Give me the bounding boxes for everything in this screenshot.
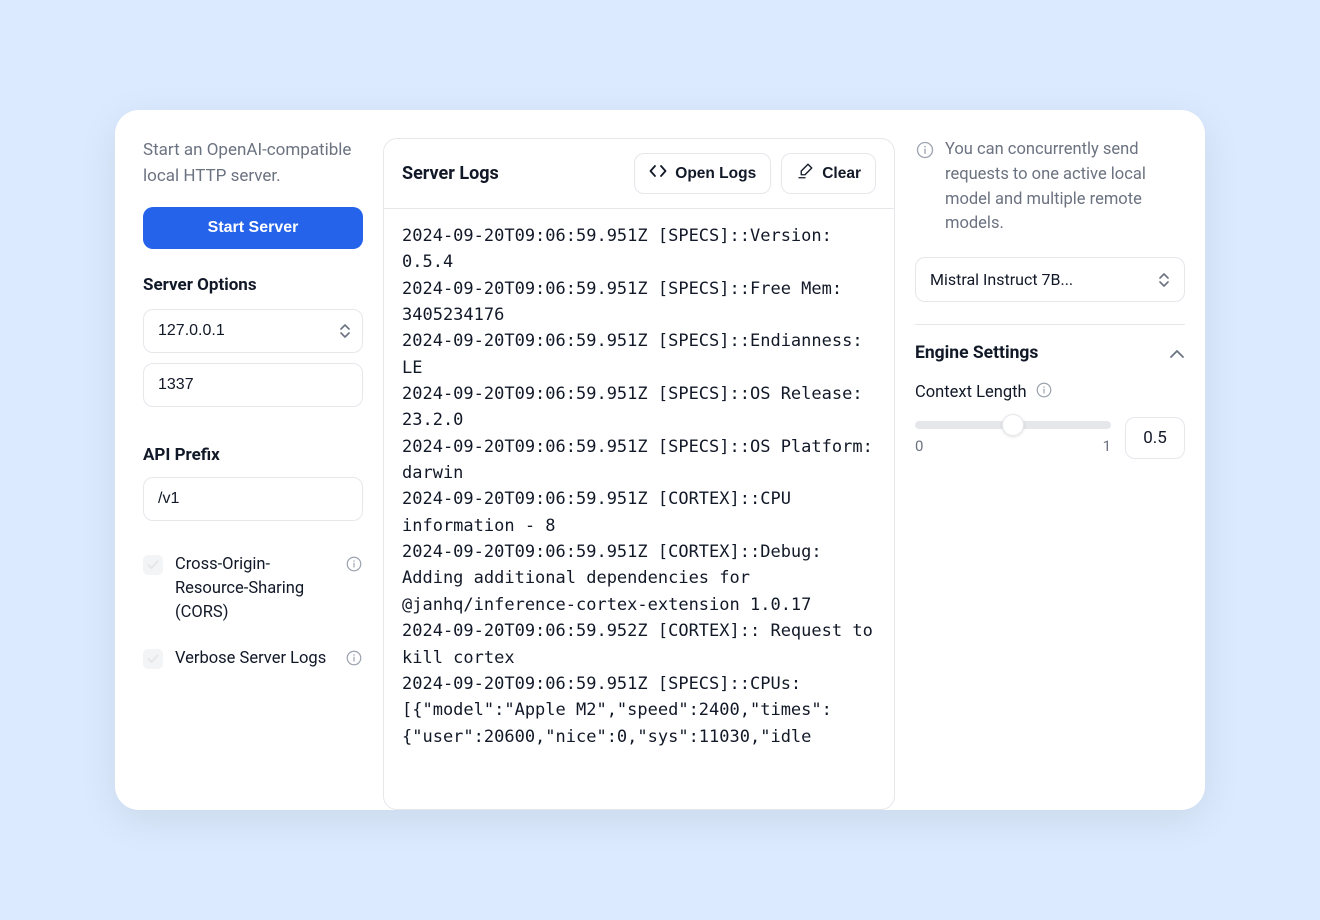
logs-content[interactable]: 2024-09-20T09:06:59.951Z [SPECS]::Versio… <box>384 209 894 809</box>
slider-min-label: 0 <box>915 437 923 455</box>
context-length-value[interactable]: 0.5 <box>1125 417 1185 459</box>
open-logs-label: Open Logs <box>675 165 756 183</box>
server-panel: Start an OpenAI-compatible local HTTP se… <box>115 110 1205 810</box>
info-icon[interactable] <box>345 555 363 577</box>
clear-button[interactable]: Clear <box>781 153 876 194</box>
port-input[interactable] <box>143 363 363 407</box>
host-input[interactable] <box>143 309 363 353</box>
info-icon[interactable] <box>1035 381 1053 403</box>
engine-settings-header[interactable]: Engine Settings <box>915 324 1185 363</box>
info-banner: You can concurrently send requests to on… <box>915 138 1185 237</box>
chevron-up-icon <box>1169 344 1185 363</box>
info-icon[interactable] <box>345 649 363 671</box>
slider-wrap: 0 1 <box>915 421 1111 455</box>
context-length-row: Context Length <box>915 381 1185 403</box>
api-prefix-heading: API Prefix <box>143 445 363 465</box>
model-select[interactable]: Mistral Instruct 7B... <box>915 257 1185 302</box>
logs-actions: Open Logs Clear <box>634 153 876 194</box>
left-column: Start an OpenAI-compatible local HTTP se… <box>143 138 383 810</box>
info-banner-text: You can concurrently send requests to on… <box>945 138 1185 237</box>
right-column: You can concurrently send requests to on… <box>915 138 1185 810</box>
select-chevrons-icon <box>1158 273 1170 287</box>
model-select-label: Mistral Instruct 7B... <box>930 270 1073 289</box>
context-length-slider-row: 0 1 0.5 <box>915 417 1185 459</box>
verbose-checkbox-label: Verbose Server Logs <box>175 647 363 671</box>
start-server-button[interactable]: Start Server <box>143 207 363 249</box>
intro-text: Start an OpenAI-compatible local HTTP se… <box>143 138 363 189</box>
brush-icon <box>796 162 814 185</box>
verbose-checkbox-row: Verbose Server Logs <box>143 647 363 671</box>
info-icon <box>915 140 935 237</box>
verbose-checkbox[interactable] <box>143 649 163 669</box>
open-logs-button[interactable]: Open Logs <box>634 153 771 194</box>
context-length-slider[interactable] <box>915 421 1111 429</box>
logs-title: Server Logs <box>402 163 499 184</box>
server-options-heading: Server Options <box>143 275 363 295</box>
code-icon <box>649 164 667 183</box>
cors-checkbox-row: Cross-Origin-Resource-Sharing (CORS) <box>143 553 363 625</box>
clear-label: Clear <box>822 165 861 183</box>
slider-thumb[interactable] <box>1002 414 1024 436</box>
stepper-icon[interactable] <box>339 324 351 338</box>
slider-labels: 0 1 <box>915 437 1111 455</box>
api-prefix-input[interactable] <box>143 477 363 521</box>
logs-panel: Server Logs Open Logs Clear 2024-09-20T0… <box>383 138 895 810</box>
logs-header: Server Logs Open Logs Clear <box>384 139 894 209</box>
host-field-row <box>143 309 363 353</box>
cors-checkbox[interactable] <box>143 555 163 575</box>
engine-settings-title: Engine Settings <box>915 343 1038 363</box>
context-length-label: Context Length <box>915 383 1027 402</box>
slider-max-label: 1 <box>1103 437 1111 455</box>
cors-checkbox-label: Cross-Origin-Resource-Sharing (CORS) <box>175 553 363 625</box>
